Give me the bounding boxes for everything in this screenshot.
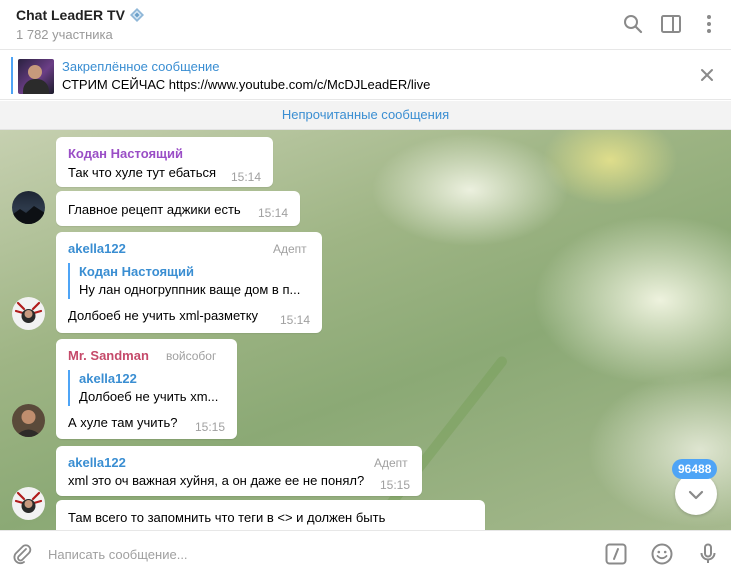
member-role: Адепт [374, 456, 408, 470]
microphone-icon[interactable] [696, 542, 720, 566]
message-text: Главное рецепт аджики есть [68, 202, 241, 217]
more-vertical-icon[interactable] [697, 12, 721, 36]
message-time: 15:15 [195, 420, 226, 434]
message-author[interactable]: akella122 [68, 241, 126, 256]
participants-count: 1 782 участника [16, 27, 113, 42]
close-icon[interactable] [699, 67, 715, 83]
member-role: войсобог [166, 349, 217, 363]
message-bubble[interactable]: Mr. Sandman войсобог akella122 Долбоеб н… [56, 339, 237, 439]
message-text: Долбоеб не учить xml-разметку [68, 308, 259, 323]
message-author[interactable]: Mr. Sandman [68, 348, 149, 363]
member-role: Адепт [273, 242, 307, 256]
chat-title[interactable]: Chat LeadER TV [16, 7, 145, 23]
attach-icon[interactable] [10, 542, 34, 566]
sidebar-toggle-icon[interactable] [659, 12, 683, 36]
scroll-to-bottom-button[interactable] [675, 473, 717, 515]
message-bubble[interactable]: Главное рецепт аджики есть 15:14 [56, 191, 300, 226]
message-author[interactable]: Кодан Настоящий [68, 146, 183, 161]
pinned-title: Закреплённое сообщение [62, 59, 220, 74]
pinned-text[interactable]: СТРИМ СЕЙЧАС https://www.youtube.com/c/M… [62, 77, 430, 92]
unread-count-badge[interactable]: 96488 [672, 459, 718, 479]
message-text: xml это оч важная хуйня, а он даже ее не… [68, 473, 365, 488]
avatar[interactable] [12, 191, 45, 224]
message-bubble[interactable]: akella122 Адепт Кодан Настоящий Ну лан о… [56, 232, 322, 333]
message-time: 15:14 [231, 170, 262, 184]
message-time: 15:15 [380, 478, 411, 492]
message-composer [0, 530, 731, 575]
commands-icon[interactable] [604, 542, 628, 566]
unread-messages-divider: Непрочитанные сообщения [0, 101, 731, 130]
pinned-thumbnail [18, 59, 54, 94]
pinned-accent-bar [11, 57, 13, 94]
reply-author: akella122 [79, 371, 137, 386]
message-input[interactable] [48, 543, 568, 565]
chevron-down-icon [688, 490, 704, 500]
avatar[interactable] [12, 404, 45, 437]
message-author[interactable]: akella122 [68, 455, 126, 470]
chat-title-text[interactable]: Chat LeadER TV [16, 7, 125, 23]
diamond-badge-icon [129, 8, 144, 22]
reply-quote[interactable]: akella122 Долбоеб не учить xm... [68, 370, 218, 406]
reply-text: Ну лан одногруппник ваще дом в п... [79, 282, 301, 297]
reply-author: Кодан Настоящий [79, 264, 195, 279]
message-text: А хуле там учить? [68, 415, 178, 430]
avatar[interactable] [12, 487, 45, 520]
chat-header: Chat LeadER TV 1 782 участника [0, 0, 731, 50]
pinned-message[interactable]: Закреплённое сообщение СТРИМ СЕЙЧАС http… [0, 51, 731, 100]
message-text: Так что хуле тут ебаться [68, 165, 217, 180]
emoji-icon[interactable] [650, 542, 674, 566]
reply-text: Долбоеб не учить xm... [79, 389, 219, 404]
avatar[interactable] [12, 297, 45, 330]
reply-quote[interactable]: Кодан Настоящий Ну лан одногруппник ваще… [68, 263, 300, 299]
message-time: 15:14 [258, 206, 289, 220]
message-bubble[interactable]: akella122 Адепт xml это оч важная хуйня,… [56, 446, 422, 496]
message-bubble[interactable]: Кодан Настоящий Так что хуле тут ебаться… [56, 137, 273, 187]
search-icon[interactable] [621, 12, 645, 36]
message-time: 15:14 [280, 313, 311, 327]
message-text: Там всего то запомнить что теги в <> и д… [68, 510, 386, 525]
